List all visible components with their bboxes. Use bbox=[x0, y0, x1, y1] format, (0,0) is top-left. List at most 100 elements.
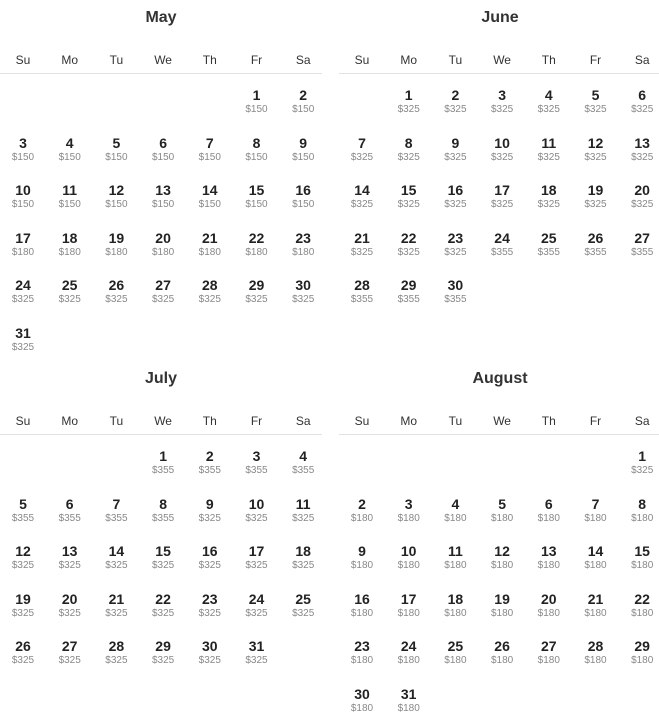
day-cell[interactable]: 16 $325 bbox=[187, 543, 233, 572]
day-cell[interactable]: 24 $355 bbox=[479, 230, 525, 259]
day-cell[interactable]: 19 $325 bbox=[0, 591, 46, 620]
day-cell[interactable]: 10 $180 bbox=[386, 543, 432, 572]
day-cell[interactable]: 19 $180 bbox=[479, 591, 525, 620]
day-cell[interactable]: 28 $180 bbox=[573, 638, 619, 667]
day-cell[interactable]: 11 $325 bbox=[526, 135, 572, 164]
day-cell[interactable]: 1 $355 bbox=[140, 448, 186, 477]
day-cell[interactable]: 28 $325 bbox=[93, 638, 139, 667]
day-cell[interactable]: 6 $150 bbox=[140, 135, 186, 164]
day-cell[interactable]: 31 $325 bbox=[0, 325, 46, 354]
day-cell[interactable]: 17 $180 bbox=[386, 591, 432, 620]
day-cell[interactable]: 17 $325 bbox=[234, 543, 280, 572]
day-cell[interactable]: 29 $180 bbox=[619, 638, 659, 667]
day-cell[interactable]: 20 $325 bbox=[619, 182, 659, 211]
day-cell[interactable]: 20 $180 bbox=[526, 591, 572, 620]
day-cell[interactable]: 15 $325 bbox=[386, 182, 432, 211]
day-cell[interactable]: 15 $180 bbox=[619, 543, 659, 572]
day-cell[interactable]: 13 $180 bbox=[526, 543, 572, 572]
day-cell[interactable]: 15 $325 bbox=[140, 543, 186, 572]
day-cell[interactable]: 12 $325 bbox=[573, 135, 619, 164]
day-cell[interactable]: 12 $325 bbox=[0, 543, 46, 572]
day-cell[interactable]: 6 $180 bbox=[526, 496, 572, 525]
day-cell[interactable]: 22 $180 bbox=[234, 230, 280, 259]
day-cell[interactable]: 8 $355 bbox=[140, 496, 186, 525]
day-cell[interactable]: 30 $325 bbox=[280, 277, 326, 306]
day-cell[interactable]: 28 $325 bbox=[187, 277, 233, 306]
day-cell[interactable]: 27 $355 bbox=[619, 230, 659, 259]
day-cell[interactable]: 26 $355 bbox=[573, 230, 619, 259]
day-cell[interactable]: 17 $325 bbox=[479, 182, 525, 211]
day-cell[interactable]: 9 $180 bbox=[339, 543, 385, 572]
day-cell[interactable]: 7 $150 bbox=[187, 135, 233, 164]
day-cell[interactable]: 23 $325 bbox=[432, 230, 478, 259]
day-cell[interactable]: 24 $325 bbox=[234, 591, 280, 620]
day-cell[interactable]: 2 $180 bbox=[339, 496, 385, 525]
day-cell[interactable]: 26 $180 bbox=[479, 638, 525, 667]
day-cell[interactable]: 14 $150 bbox=[187, 182, 233, 211]
day-cell[interactable]: 23 $180 bbox=[280, 230, 326, 259]
day-cell[interactable]: 3 $355 bbox=[234, 448, 280, 477]
day-cell[interactable]: 24 $325 bbox=[0, 277, 46, 306]
day-cell[interactable]: 6 $355 bbox=[47, 496, 93, 525]
day-cell[interactable]: 7 $325 bbox=[339, 135, 385, 164]
day-cell[interactable]: 3 $325 bbox=[479, 87, 525, 116]
day-cell[interactable]: 1 $325 bbox=[619, 448, 659, 477]
day-cell[interactable]: 20 $180 bbox=[140, 230, 186, 259]
day-cell[interactable]: 4 $325 bbox=[526, 87, 572, 116]
day-cell[interactable]: 4 $180 bbox=[432, 496, 478, 525]
day-cell[interactable]: 4 $355 bbox=[280, 448, 326, 477]
day-cell[interactable]: 24 $180 bbox=[386, 638, 432, 667]
day-cell[interactable]: 27 $180 bbox=[526, 638, 572, 667]
day-cell[interactable]: 22 $325 bbox=[386, 230, 432, 259]
day-cell[interactable]: 4 $150 bbox=[47, 135, 93, 164]
day-cell[interactable]: 22 $180 bbox=[619, 591, 659, 620]
day-cell[interactable]: 8 $150 bbox=[234, 135, 280, 164]
day-cell[interactable]: 20 $325 bbox=[47, 591, 93, 620]
day-cell[interactable]: 1 $325 bbox=[386, 87, 432, 116]
day-cell[interactable]: 12 $150 bbox=[93, 182, 139, 211]
day-cell[interactable]: 23 $180 bbox=[339, 638, 385, 667]
day-cell[interactable]: 5 $180 bbox=[479, 496, 525, 525]
day-cell[interactable]: 14 $325 bbox=[339, 182, 385, 211]
day-cell[interactable]: 16 $325 bbox=[432, 182, 478, 211]
day-cell[interactable]: 21 $180 bbox=[573, 591, 619, 620]
day-cell[interactable]: 3 $150 bbox=[0, 135, 46, 164]
day-cell[interactable]: 13 $150 bbox=[140, 182, 186, 211]
day-cell[interactable]: 14 $325 bbox=[93, 543, 139, 572]
day-cell[interactable]: 9 $325 bbox=[432, 135, 478, 164]
day-cell[interactable]: 19 $325 bbox=[573, 182, 619, 211]
day-cell[interactable]: 2 $355 bbox=[187, 448, 233, 477]
day-cell[interactable]: 11 $180 bbox=[432, 543, 478, 572]
day-cell[interactable]: 13 $325 bbox=[47, 543, 93, 572]
day-cell[interactable]: 5 $355 bbox=[0, 496, 46, 525]
day-cell[interactable]: 10 $325 bbox=[234, 496, 280, 525]
day-cell[interactable]: 27 $325 bbox=[47, 638, 93, 667]
day-cell[interactable]: 21 $180 bbox=[187, 230, 233, 259]
day-cell[interactable]: 8 $325 bbox=[386, 135, 432, 164]
day-cell[interactable]: 2 $150 bbox=[280, 87, 326, 116]
day-cell[interactable]: 18 $325 bbox=[280, 543, 326, 572]
day-cell[interactable]: 7 $355 bbox=[93, 496, 139, 525]
day-cell[interactable]: 21 $325 bbox=[93, 591, 139, 620]
day-cell[interactable]: 10 $325 bbox=[479, 135, 525, 164]
day-cell[interactable]: 26 $325 bbox=[93, 277, 139, 306]
day-cell[interactable]: 30 $325 bbox=[187, 638, 233, 667]
day-cell[interactable]: 10 $150 bbox=[0, 182, 46, 211]
day-cell[interactable]: 3 $180 bbox=[386, 496, 432, 525]
day-cell[interactable]: 26 $325 bbox=[0, 638, 46, 667]
day-cell[interactable]: 13 $325 bbox=[619, 135, 659, 164]
day-cell[interactable]: 18 $180 bbox=[432, 591, 478, 620]
day-cell[interactable]: 16 $150 bbox=[280, 182, 326, 211]
day-cell[interactable]: 29 $355 bbox=[386, 277, 432, 306]
day-cell[interactable]: 22 $325 bbox=[140, 591, 186, 620]
day-cell[interactable]: 9 $325 bbox=[187, 496, 233, 525]
day-cell[interactable]: 31 $180 bbox=[386, 686, 432, 715]
day-cell[interactable]: 29 $325 bbox=[140, 638, 186, 667]
day-cell[interactable]: 23 $325 bbox=[187, 591, 233, 620]
day-cell[interactable]: 12 $180 bbox=[479, 543, 525, 572]
day-cell[interactable]: 27 $325 bbox=[140, 277, 186, 306]
day-cell[interactable]: 5 $325 bbox=[573, 87, 619, 116]
day-cell[interactable]: 14 $180 bbox=[573, 543, 619, 572]
day-cell[interactable]: 5 $150 bbox=[93, 135, 139, 164]
day-cell[interactable]: 28 $355 bbox=[339, 277, 385, 306]
